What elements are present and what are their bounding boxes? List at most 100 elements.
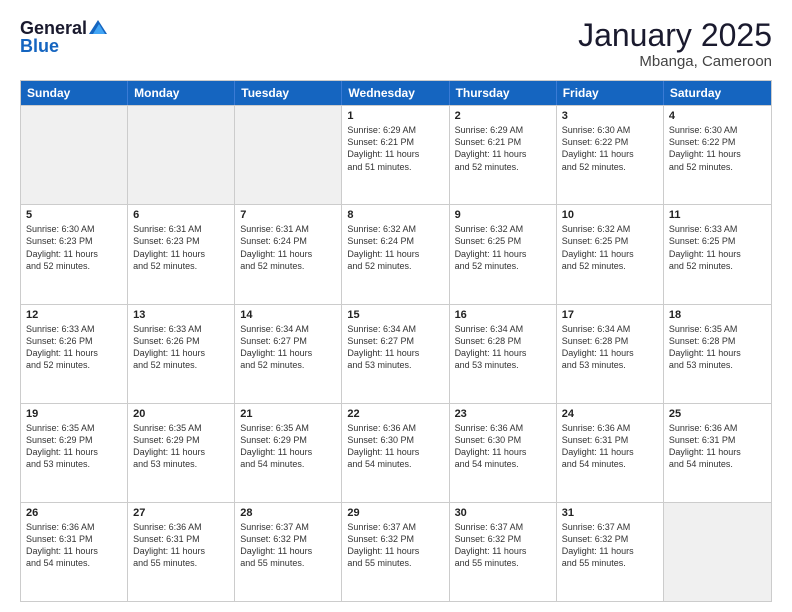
day-number: 18: [669, 309, 766, 321]
title-block: January 2025 Mbanga, Cameroon: [578, 18, 772, 70]
day-cell-29: 29 Sunrise: 6:37 AM Sunset: 6:32 PM Dayli…: [342, 503, 449, 601]
day-number: 4: [669, 110, 766, 122]
weekday-header-tuesday: Tuesday: [235, 81, 342, 105]
day-cell-31: 31Sunrise: 6:37 AM Sunset: 6:32 PM Dayli…: [557, 503, 664, 601]
day-info: Sunrise: 6:29 AM Sunset: 6:21 PM Dayligh…: [455, 124, 551, 173]
day-info: Sunrise: 6:34 AM Sunset: 6:28 PM Dayligh…: [455, 323, 551, 372]
day-cell-15: 15Sunrise: 6:34 AM Sunset: 6:27 PM Dayli…: [342, 305, 449, 403]
day-cell-25: 25 Sunrise: 6:36 AM Sunset: 6:31 PM Dayli…: [664, 404, 771, 502]
day-number: 26: [26, 507, 122, 519]
week-row-2: 12Sunrise: 6:33 AM Sunset: 6:26 PM Dayli…: [21, 304, 771, 403]
day-info: Sunrise: 6:35 AM Sunset: 6:29 PM Dayligh…: [240, 422, 336, 471]
day-number: 7: [240, 209, 336, 221]
day-info: Sunrise: 6:34 AM Sunset: 6:27 PM Dayligh…: [347, 323, 443, 372]
day-number: 16: [455, 309, 551, 321]
day-cell-28: 28 Sunrise: 6:37 AM Sunset: 6:32 PM Dayli…: [235, 503, 342, 601]
day-number: 19: [26, 408, 122, 420]
day-cell-30: 30 Sunrise: 6:37 AM Sunset: 6:32 PM Dayli…: [450, 503, 557, 601]
day-number: 2: [455, 110, 551, 122]
day-cell-5: 5 Sunrise: 6:30 AM Sunset: 6:23 PM Daylig…: [21, 205, 128, 303]
day-number: 21: [240, 408, 336, 420]
day-info: Sunrise: 6:36 AM Sunset: 6:31 PM Dayligh…: [133, 521, 229, 570]
day-info: Sunrise: 6:31 AM Sunset: 6:24 PM Dayligh…: [240, 223, 336, 272]
day-number: 22: [347, 408, 443, 420]
day-info: Sunrise: 6:32 AM Sunset: 6:25 PM Dayligh…: [562, 223, 658, 272]
day-cell-16: 16 Sunrise: 6:34 AM Sunset: 6:28 PM Dayli…: [450, 305, 557, 403]
empty-cell: [235, 106, 342, 204]
day-info: Sunrise: 6:31 AM Sunset: 6:23 PM Dayligh…: [133, 223, 229, 272]
day-cell-18: 18 Sunrise: 6:35 AM Sunset: 6:28 PM Dayli…: [664, 305, 771, 403]
day-info: Sunrise: 6:32 AM Sunset: 6:24 PM Dayligh…: [347, 223, 443, 272]
weekday-header-friday: Friday: [557, 81, 664, 105]
day-cell-14: 14Sunrise: 6:34 AM Sunset: 6:27 PM Dayli…: [235, 305, 342, 403]
day-info: Sunrise: 6:36 AM Sunset: 6:30 PM Dayligh…: [455, 422, 551, 471]
logo: General Blue: [20, 18, 107, 57]
logo-icon: [89, 20, 107, 36]
day-number: 5: [26, 209, 122, 221]
day-cell-27: 27Sunrise: 6:36 AM Sunset: 6:31 PM Dayli…: [128, 503, 235, 601]
day-cell-2: 2 Sunrise: 6:29 AM Sunset: 6:21 PM Daylig…: [450, 106, 557, 204]
day-cell-17: 17 Sunrise: 6:34 AM Sunset: 6:28 PM Dayli…: [557, 305, 664, 403]
day-info: Sunrise: 6:33 AM Sunset: 6:26 PM Dayligh…: [26, 323, 122, 372]
day-number: 3: [562, 110, 658, 122]
day-info: Sunrise: 6:33 AM Sunset: 6:25 PM Dayligh…: [669, 223, 766, 272]
day-cell-19: 19 Sunrise: 6:35 AM Sunset: 6:29 PM Dayli…: [21, 404, 128, 502]
weekday-header-sunday: Sunday: [21, 81, 128, 105]
day-cell-9: 9Sunrise: 6:32 AM Sunset: 6:25 PM Daylig…: [450, 205, 557, 303]
day-number: 25: [669, 408, 766, 420]
day-cell-23: 23 Sunrise: 6:36 AM Sunset: 6:30 PM Dayli…: [450, 404, 557, 502]
day-cell-12: 12Sunrise: 6:33 AM Sunset: 6:26 PM Dayli…: [21, 305, 128, 403]
day-info: Sunrise: 6:34 AM Sunset: 6:28 PM Dayligh…: [562, 323, 658, 372]
day-info: Sunrise: 6:37 AM Sunset: 6:32 PM Dayligh…: [240, 521, 336, 570]
header: General Blue January 2025 Mbanga, Camero…: [20, 18, 772, 70]
day-number: 30: [455, 507, 551, 519]
logo-blue: Blue: [20, 36, 107, 57]
day-info: Sunrise: 6:36 AM Sunset: 6:30 PM Dayligh…: [347, 422, 443, 471]
day-info: Sunrise: 6:30 AM Sunset: 6:22 PM Dayligh…: [669, 124, 766, 173]
month-title: January 2025: [578, 18, 772, 53]
day-cell-11: 11 Sunrise: 6:33 AM Sunset: 6:25 PM Dayli…: [664, 205, 771, 303]
day-number: 6: [133, 209, 229, 221]
day-cell-20: 20Sunrise: 6:35 AM Sunset: 6:29 PM Dayli…: [128, 404, 235, 502]
day-info: Sunrise: 6:30 AM Sunset: 6:23 PM Dayligh…: [26, 223, 122, 272]
day-number: 8: [347, 209, 443, 221]
week-row-1: 5 Sunrise: 6:30 AM Sunset: 6:23 PM Daylig…: [21, 204, 771, 303]
day-info: Sunrise: 6:33 AM Sunset: 6:26 PM Dayligh…: [133, 323, 229, 372]
day-cell-13: 13 Sunrise: 6:33 AM Sunset: 6:26 PM Dayli…: [128, 305, 235, 403]
day-info: Sunrise: 6:36 AM Sunset: 6:31 PM Dayligh…: [669, 422, 766, 471]
day-number: 9: [455, 209, 551, 221]
day-number: 13: [133, 309, 229, 321]
day-number: 28: [240, 507, 336, 519]
day-number: 29: [347, 507, 443, 519]
day-info: Sunrise: 6:35 AM Sunset: 6:29 PM Dayligh…: [26, 422, 122, 471]
day-info: Sunrise: 6:35 AM Sunset: 6:28 PM Dayligh…: [669, 323, 766, 372]
day-cell-4: 4 Sunrise: 6:30 AM Sunset: 6:22 PM Daylig…: [664, 106, 771, 204]
empty-cell: [128, 106, 235, 204]
day-info: Sunrise: 6:30 AM Sunset: 6:22 PM Dayligh…: [562, 124, 658, 173]
day-number: 11: [669, 209, 766, 221]
weekday-header-wednesday: Wednesday: [342, 81, 449, 105]
weekday-header-thursday: Thursday: [450, 81, 557, 105]
location: Mbanga, Cameroon: [578, 53, 772, 70]
day-cell-21: 21 Sunrise: 6:35 AM Sunset: 6:29 PM Dayli…: [235, 404, 342, 502]
calendar-body: 1Sunrise: 6:29 AM Sunset: 6:21 PM Daylig…: [21, 105, 771, 601]
empty-cell: [664, 503, 771, 601]
day-info: Sunrise: 6:36 AM Sunset: 6:31 PM Dayligh…: [562, 422, 658, 471]
day-number: 23: [455, 408, 551, 420]
day-number: 17: [562, 309, 658, 321]
day-cell-8: 8 Sunrise: 6:32 AM Sunset: 6:24 PM Daylig…: [342, 205, 449, 303]
day-cell-6: 6 Sunrise: 6:31 AM Sunset: 6:23 PM Daylig…: [128, 205, 235, 303]
day-number: 31: [562, 507, 658, 519]
day-cell-10: 10 Sunrise: 6:32 AM Sunset: 6:25 PM Dayli…: [557, 205, 664, 303]
day-info: Sunrise: 6:37 AM Sunset: 6:32 PM Dayligh…: [455, 521, 551, 570]
day-number: 10: [562, 209, 658, 221]
day-info: Sunrise: 6:35 AM Sunset: 6:29 PM Dayligh…: [133, 422, 229, 471]
weekday-header-saturday: Saturday: [664, 81, 771, 105]
day-info: Sunrise: 6:37 AM Sunset: 6:32 PM Dayligh…: [347, 521, 443, 570]
weekday-header-monday: Monday: [128, 81, 235, 105]
week-row-4: 26 Sunrise: 6:36 AM Sunset: 6:31 PM Dayli…: [21, 502, 771, 601]
calendar: SundayMondayTuesdayWednesdayThursdayFrid…: [20, 80, 772, 602]
week-row-0: 1Sunrise: 6:29 AM Sunset: 6:21 PM Daylig…: [21, 105, 771, 204]
empty-cell: [21, 106, 128, 204]
day-info: Sunrise: 6:34 AM Sunset: 6:27 PM Dayligh…: [240, 323, 336, 372]
